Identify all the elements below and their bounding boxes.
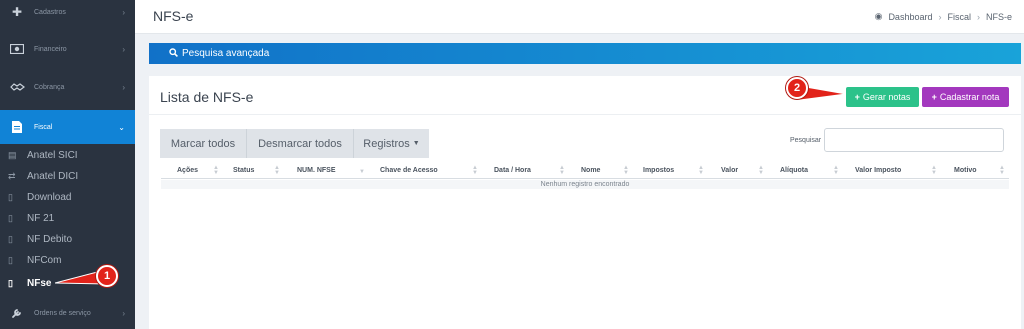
chevron-right-icon: ›	[122, 308, 125, 318]
column-valor[interactable]: Valor	[721, 167, 738, 174]
file-icon: ▯	[8, 212, 13, 223]
column-aliquota[interactable]: Alíquota	[780, 167, 808, 174]
empty-table-message: Nenhum registro encontrado	[161, 180, 1009, 189]
desmarcar-todos-button[interactable]: Desmarcar todos	[247, 129, 354, 158]
sidebar-subitem-label: NFse	[27, 277, 52, 289]
column-chave-acesso[interactable]: Chave de Acesso	[380, 167, 438, 174]
topbar: NFS-e ◉ Dashboard › Fiscal › NFS-e	[135, 0, 1024, 34]
search-label: Pesquisar	[790, 137, 822, 144]
search-icon	[169, 48, 178, 59]
sort-desc-icon: ▼	[359, 169, 365, 175]
column-nome[interactable]: Nome	[581, 167, 600, 174]
money-icon	[9, 42, 25, 56]
breadcrumb-dashboard[interactable]: Dashboard	[888, 12, 932, 22]
gerar-notas-label: Gerar notas	[862, 92, 911, 102]
wrench-icon	[9, 306, 25, 320]
sidebar-item-label: Financeiro	[34, 45, 67, 53]
sort-icon: ▲ ▼	[698, 165, 704, 176]
breadcrumb-separator: ›	[976, 11, 980, 22]
breadcrumb-separator: ›	[938, 11, 942, 22]
sidebar-item-ordens-servico[interactable]: Ordens de serviço ›	[0, 296, 135, 329]
sort-icon: ▲ ▼	[213, 165, 219, 176]
sidebar-item-label: Fiscal	[34, 123, 53, 131]
plus-icon: +	[931, 92, 937, 102]
table-header: Ações ▲ ▼ Status ▲ ▼ NUM. NFSE ▼ Chave de …	[161, 164, 1009, 179]
marcar-todos-button[interactable]: Marcar todos	[160, 129, 247, 158]
breadcrumb-current: NFS-e	[985, 11, 1012, 22]
document-icon	[9, 120, 25, 134]
column-status[interactable]: Status	[233, 167, 254, 174]
breadcrumb-fiscal[interactable]: Fiscal	[947, 12, 971, 22]
column-acoes[interactable]: Ações	[177, 167, 198, 174]
column-valor-imposto[interactable]: Valor Imposto	[855, 167, 901, 174]
sidebar-item-financeiro[interactable]: Financeiro ›	[0, 32, 135, 66]
column-motivo[interactable]: Motivo	[954, 167, 977, 174]
column-data-hora[interactable]: Data / Hora	[494, 167, 531, 174]
handshake-icon	[9, 80, 25, 94]
sort-icon: ▲ ▼	[833, 165, 839, 176]
sort-icon: ▲ ▼	[623, 165, 629, 176]
search-input[interactable]	[824, 128, 1004, 152]
file-icon: ▯	[8, 191, 13, 202]
sidebar-subitem-label: NF Debito	[27, 233, 73, 245]
sort-icon: ▲ ▼	[931, 165, 937, 176]
breadcrumb: ◉ Dashboard › Fiscal › NFS-e	[875, 11, 1012, 22]
plus-icon: ✚	[11, 5, 23, 19]
sidebar-subitem-nf-debito[interactable]: ▯ NF Debito	[0, 229, 135, 249]
sidebar-subitem-anatel-sici[interactable]: ▤ Anatel SICI	[0, 145, 135, 165]
callout-badge-2: 2	[786, 77, 808, 99]
sort-icon: ▲ ▼	[758, 165, 764, 176]
sort-icon: ▲ ▼	[559, 165, 565, 176]
sidebar-subitem-label: Download	[27, 191, 72, 203]
sidebar-subitem-anatel-dici[interactable]: ⇄ Anatel DICI	[0, 166, 135, 186]
caret-down-icon: ▼	[412, 140, 420, 147]
chevron-right-icon: ›	[122, 44, 125, 54]
sort-icon: ▲ ▼	[472, 165, 478, 176]
file-icon: ▯	[8, 254, 13, 265]
column-num-nfse[interactable]: NUM. NFSE	[297, 167, 336, 174]
nfse-list-card: Lista de NFS-e + Gerar notas + Cadastrar…	[149, 76, 1021, 329]
divider	[149, 114, 1021, 115]
column-impostos[interactable]: Impostos	[643, 167, 674, 174]
registros-label: Registros	[363, 137, 410, 150]
sidebar-subitem-download[interactable]: ▯ Download	[0, 187, 135, 207]
exchange-icon: ⇄	[8, 170, 16, 181]
chevron-down-icon: ⌄	[118, 122, 125, 132]
file-icon: ▯	[8, 277, 13, 288]
cadastrar-nota-label: Cadastrar nota	[939, 92, 1000, 102]
sidebar-item-cobranca[interactable]: Cobrança ›	[0, 70, 135, 104]
sidebar-subitem-label: NF 21	[27, 212, 55, 224]
sidebar-subitem-nf21[interactable]: ▯ NF 21	[0, 208, 135, 228]
advanced-search-toggle[interactable]: Pesquisa avançada	[149, 43, 1021, 64]
sort-icon: ▲ ▼	[999, 165, 1005, 176]
sidebar-subitem-label: NFCom	[27, 254, 62, 266]
dashboard-icon: ◉	[874, 11, 883, 21]
registros-dropdown[interactable]: Registros ▼	[354, 129, 429, 158]
sidebar-subitem-label: Anatel DICI	[27, 170, 79, 182]
list-title: Lista de NFS-e	[160, 89, 254, 105]
sidebar-item-cadastros[interactable]: ✚ Cadastros ›	[0, 0, 135, 29]
file-icon: ▯	[8, 233, 13, 244]
sort-icon: ▲ ▼	[274, 165, 280, 176]
chevron-right-icon: ›	[122, 82, 125, 92]
plus-icon: +	[854, 92, 860, 102]
calendar-icon: ▤	[8, 149, 17, 160]
callout-badge-1: 1	[96, 265, 118, 287]
sidebar-item-fiscal[interactable]: Fiscal ⌄	[0, 110, 135, 144]
page-title: NFS-e	[153, 8, 194, 24]
sidebar-item-label: Ordens de serviço	[34, 309, 91, 317]
sidebar-item-label: Cadastros	[34, 8, 66, 16]
chevron-right-icon: ›	[122, 7, 125, 17]
sidebar-subitem-label: Anatel SICI	[27, 149, 78, 161]
advanced-search-label: Pesquisa avançada	[182, 48, 270, 59]
gerar-notas-button[interactable]: + Gerar notas	[846, 87, 919, 107]
cadastrar-nota-button[interactable]: + Cadastrar nota	[922, 87, 1009, 107]
sidebar-item-label: Cobrança	[34, 83, 65, 91]
